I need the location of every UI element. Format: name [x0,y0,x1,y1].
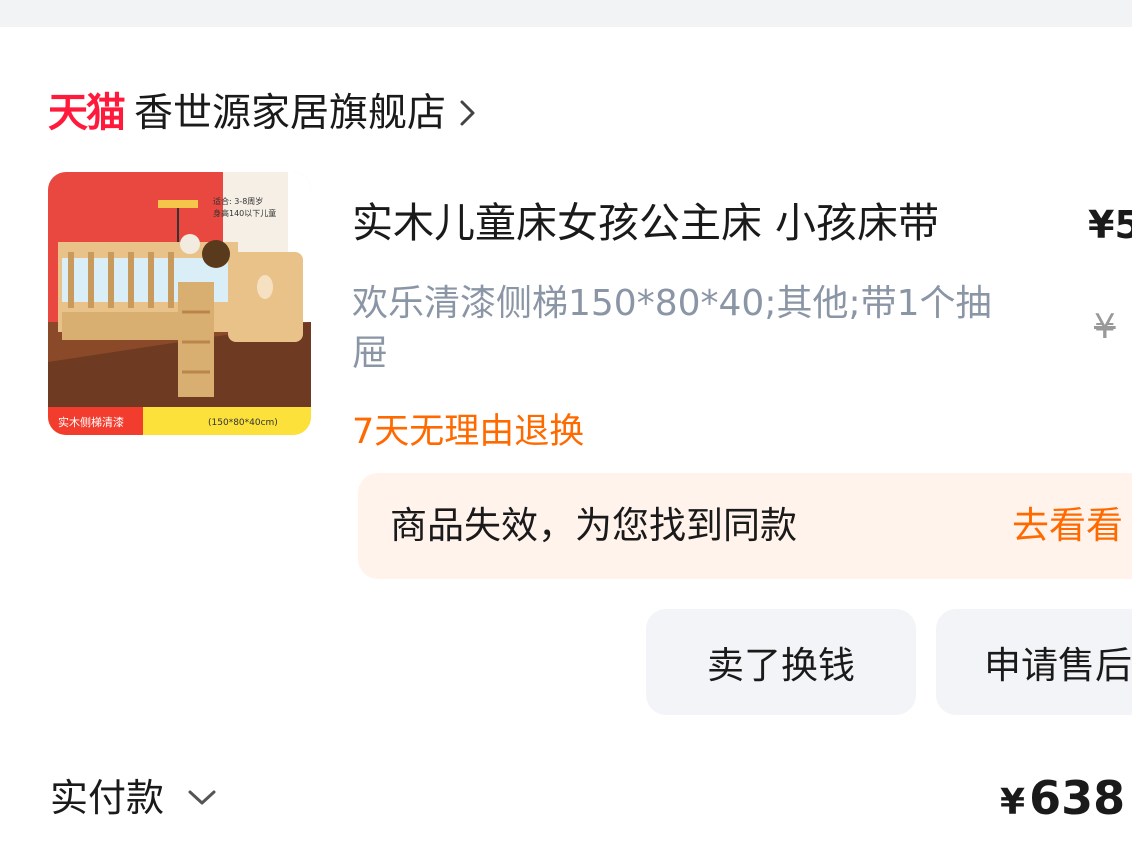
tmall-logo: 天猫 [48,90,126,136]
order-card: 天猫 香世源家居旗舰店 实木侧梯清漆 (150*80*40cm) 适合: 3-8… [0,27,1132,852]
product-image[interactable]: 实木侧梯清漆 (150*80*40cm) 适合: 3-8周岁 身高140以下儿童 [48,172,311,435]
product-price: ¥5 [1088,203,1132,247]
sell-button[interactable]: 卖了换钱 [646,609,916,715]
product-original-price: ¥ [1094,307,1116,347]
payment-amount-value: 638 [1029,771,1126,825]
payment-row[interactable]: 实付款 [50,779,218,817]
product-title[interactable]: 实木儿童床女孩公主床 小孩床带 [352,199,939,247]
product-sku: 欢乐清漆侧梯150*80*40;其他;带1个抽屉 [352,283,992,374]
store-header[interactable]: 天猫 香世源家居旗舰店 [48,83,478,143]
view-similar-link[interactable]: 去看看 [1012,503,1123,549]
chevron-right-icon[interactable] [458,96,478,130]
chevron-down-icon[interactable] [186,788,218,808]
payment-currency: ¥ [1000,782,1026,823]
image-note-1: 适合: 3-8周岁 [213,196,263,206]
after-sale-button[interactable]: 申请售后 [936,609,1132,715]
image-size-text: (150*80*40cm) [208,418,278,428]
store-name[interactable]: 香世源家居旗舰店 [134,94,446,133]
image-note-2: 身高140以下儿童 [213,208,276,218]
payment-label: 实付款 [50,776,165,820]
top-background-band [0,0,1132,27]
invalid-product-banner[interactable]: 商品失效，为您找到同款 去看看 [358,473,1132,579]
image-badge-text: 实木侧梯清漆 [58,415,124,429]
refund-policy-tag: 7天无理由退换 [352,412,585,452]
payment-amount: ¥638 [1000,775,1125,821]
invalid-notice-text: 商品失效，为您找到同款 [390,504,797,547]
